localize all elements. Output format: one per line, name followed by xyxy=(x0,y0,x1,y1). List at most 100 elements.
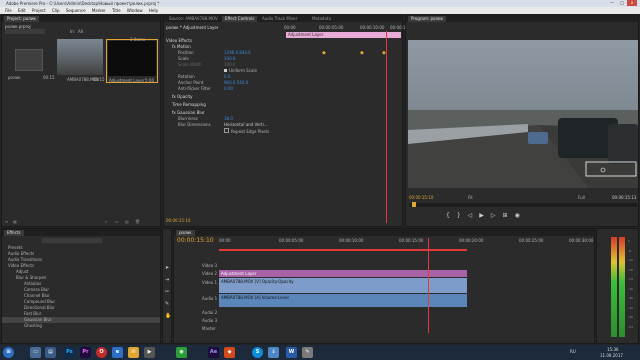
clip-thumbnail xyxy=(57,39,103,75)
utility-icon[interactable]: ◉ xyxy=(176,347,187,358)
clip-adjustment-layer[interactable]: Adjustment Layer xyxy=(219,270,467,277)
playhead-marker[interactable] xyxy=(412,202,416,207)
explorer-icon[interactable]: ▭ xyxy=(30,347,41,358)
tab-sequence[interactable]: ролик xyxy=(176,230,195,236)
step-back-icon[interactable]: ◁ xyxy=(468,212,480,219)
paint-icon[interactable]: ✎ xyxy=(302,347,313,358)
search-icon[interactable]: ⌕ xyxy=(105,219,107,224)
opacity-effect[interactable]: fx Opacity xyxy=(172,94,402,100)
tab-project[interactable]: Project: ролик xyxy=(4,16,39,22)
menu-project[interactable]: Project xyxy=(32,7,46,14)
pen-tool-icon[interactable]: ✎ xyxy=(165,301,169,307)
clock-time[interactable]: 15:36 xyxy=(607,347,619,352)
project-item-clip[interactable]: AMBA0788.MOV 00:15 xyxy=(57,39,105,83)
window-title: Adobe Premiere Pro - C:\Users\Admin\Desk… xyxy=(6,1,160,6)
keyframe-icon[interactable]: ◆ xyxy=(360,50,364,56)
effects-search-input[interactable] xyxy=(42,238,102,243)
premiere-icon[interactable]: Pr xyxy=(80,347,91,358)
opera-icon[interactable]: O xyxy=(96,347,107,358)
track-video-3[interactable]: Video 3 xyxy=(202,263,594,269)
browser-icon[interactable]: e xyxy=(112,347,123,358)
tab-effect-controls[interactable]: Effect Controls xyxy=(222,16,258,22)
meter-right-bar xyxy=(619,237,625,337)
keyframe-icon[interactable]: ◆ xyxy=(322,50,326,56)
antiflicker-value[interactable]: 0.00 xyxy=(224,86,402,92)
media-icon[interactable]: ▶ xyxy=(144,347,155,358)
time-remapping[interactable]: Time Remapping xyxy=(172,102,402,108)
trash-icon[interactable]: 🗑 xyxy=(135,219,140,224)
quality-select[interactable]: Full xyxy=(578,195,585,200)
tab-metadata[interactable]: Metadata xyxy=(309,16,334,22)
close-button[interactable]: × xyxy=(627,0,637,6)
track-audio-2[interactable]: Audio 2 xyxy=(202,310,594,316)
step-forward-icon[interactable]: ▷ xyxy=(491,212,503,219)
menu-marker[interactable]: Marker xyxy=(92,7,106,14)
maximize-button[interactable]: □ xyxy=(617,0,627,6)
project-item-adjustment-layer[interactable]: Adjustment Layer 5:00 xyxy=(106,39,158,83)
mail-icon[interactable]: ✉ xyxy=(128,347,139,358)
start-button[interactable]: ⊞ xyxy=(3,347,14,358)
mark-out-icon[interactable]: } xyxy=(457,212,468,219)
track-master[interactable]: Master xyxy=(202,326,594,332)
menu-clip[interactable]: Clip xyxy=(52,7,60,14)
list-view-icon[interactable]: ≡ xyxy=(5,219,8,224)
word-icon[interactable]: W xyxy=(286,347,297,358)
new-bin-icon[interactable]: ▭ xyxy=(115,219,119,224)
repeat-edge-checkbox[interactable]: Repeat Edge Pixels xyxy=(224,128,402,134)
download-icon[interactable]: ⇩ xyxy=(268,347,279,358)
program-timecode-left[interactable]: 00:00:15:10 xyxy=(409,195,433,200)
ec-timecode[interactable]: 00:00:15:10 xyxy=(166,218,190,223)
language-indicator[interactable]: RU xyxy=(570,349,576,354)
menu-window[interactable]: Window xyxy=(127,7,143,14)
tab-effects[interactable]: Effects xyxy=(4,230,24,236)
program-video-frame[interactable] xyxy=(408,40,638,188)
program-monitor: Program: ролик 00:00:15:10 Fit Full 00:0… xyxy=(405,14,639,227)
ec-playhead[interactable] xyxy=(386,31,387,223)
skype-icon[interactable]: S xyxy=(252,347,263,358)
meter-scale: 0 -6 -12 -18 -24 -30 -36 -42 -48 -54 xyxy=(628,239,633,329)
mark-in-icon[interactable]: { xyxy=(446,212,457,219)
fit-select[interactable]: Fit xyxy=(468,195,473,200)
menu-sequence[interactable]: Sequence xyxy=(66,7,86,14)
razor-tool-icon[interactable]: ✂ xyxy=(165,289,169,295)
effect-item[interactable]: Ghosting xyxy=(24,323,160,329)
clip-audio[interactable]: AMBA0788.MOV [A] Volume:Level xyxy=(219,294,467,307)
project-search-input[interactable] xyxy=(5,29,45,34)
timeline-timecode[interactable]: 00:00:15:10 xyxy=(177,237,214,244)
title-bar: Adobe Premiere Pro - C:\Users\Admin\Desk… xyxy=(0,0,640,7)
export-frame-icon[interactable]: ◉ xyxy=(515,212,527,219)
selection-tool-icon[interactable]: ➤ xyxy=(165,265,169,271)
in-label: In: xyxy=(70,29,76,34)
program-scrubber[interactable] xyxy=(409,202,637,207)
program-timecode-right: 00:00:15:13 xyxy=(612,195,637,200)
project-item-sequence[interactable]: ролик 00:15 xyxy=(5,43,55,83)
menu-help[interactable]: Help xyxy=(149,7,158,14)
menu-file[interactable]: File xyxy=(5,7,12,14)
taskbar: ⊞ ▭ ▤ Ps Pr O e ✉ ▶ ◉ Ae ◆ S ⇩ W ✎ RU 15… xyxy=(0,345,640,360)
tab-audio-mixer[interactable]: Audio Track Mixer xyxy=(259,16,300,22)
track-select-icon[interactable]: ⇥ xyxy=(165,277,169,283)
icon-view-icon[interactable]: ▦ xyxy=(13,219,17,224)
play-icon[interactable]: ▶ xyxy=(479,212,491,219)
adjustment-thumbnail xyxy=(108,41,156,76)
menu-edit[interactable]: Edit xyxy=(18,7,26,14)
effects-panel: Effects Presets Audio Effects Audio Tran… xyxy=(1,228,161,344)
tools-panel: ➤ ⇥ ✂ ✎ ✋ xyxy=(162,228,172,344)
new-item-icon[interactable]: ▤ xyxy=(125,219,129,224)
clock-date[interactable]: 11.09.2017 xyxy=(600,353,623,358)
folder-icon[interactable]: ▤ xyxy=(45,347,56,358)
hand-tool-icon[interactable]: ✋ xyxy=(165,313,171,319)
work-area-bar[interactable] xyxy=(219,249,467,251)
tab-source[interactable]: Source: AMBA0788.MOV xyxy=(166,16,221,22)
minimize-button[interactable]: — xyxy=(607,0,617,6)
in-select[interactable]: All xyxy=(78,29,83,34)
clip-video[interactable]: AMBA0788.MOV [V] Opacity:Opacity xyxy=(219,278,467,293)
menu-title[interactable]: Title xyxy=(112,7,121,14)
tab-program[interactable]: Program: ролик xyxy=(408,16,447,22)
timeline-playhead[interactable] xyxy=(428,238,429,333)
photoshop-icon[interactable]: Ps xyxy=(64,347,75,358)
lift-icon[interactable]: ⊞ xyxy=(503,212,515,219)
track-audio-3[interactable]: Audio 3 xyxy=(202,318,594,324)
app-icon[interactable]: ◆ xyxy=(224,347,235,358)
after-effects-icon[interactable]: Ae xyxy=(208,347,219,358)
